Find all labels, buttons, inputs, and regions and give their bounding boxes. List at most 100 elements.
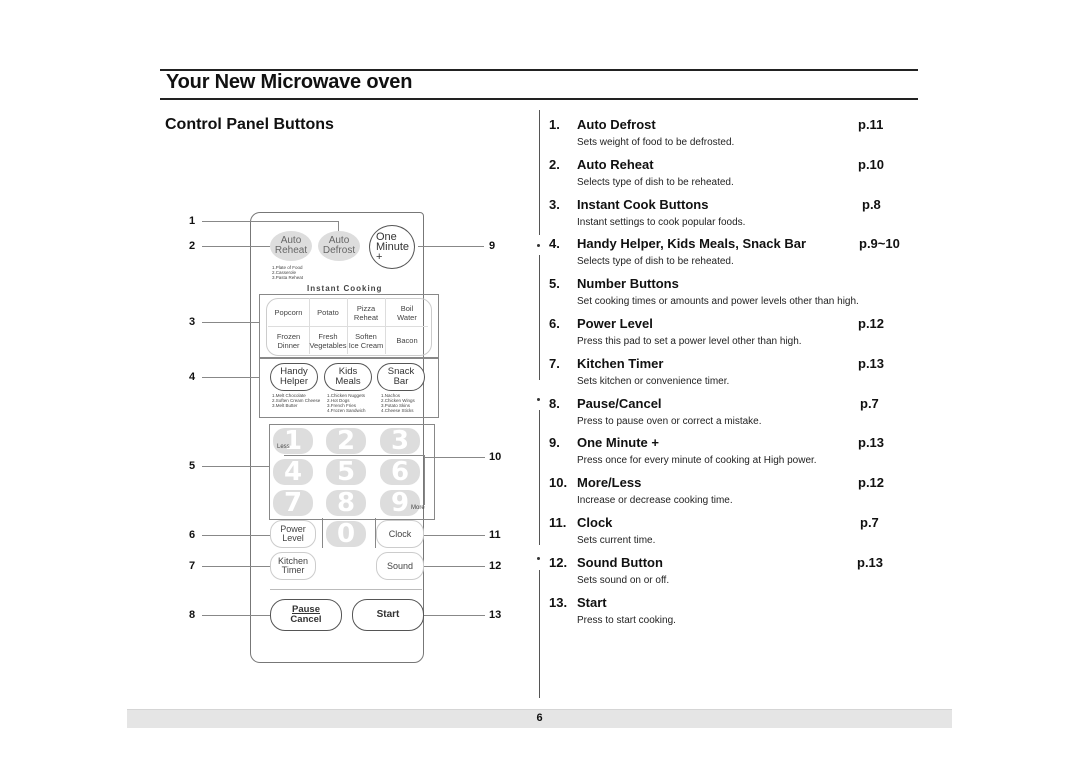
number-button-8[interactable]: 8 [326,490,366,516]
callout-5: 5 [189,460,196,472]
callout-4: 4 [189,371,196,383]
item-number: 9. [549,435,560,450]
item-number: 11. [549,515,567,530]
item-title: Instant Cook Buttons [577,197,709,212]
instant-cook-label: Vegetables [309,340,347,350]
option: 4.Cheese Sticks [381,408,414,413]
instant-cook-label: Fresh [318,331,338,341]
item-description: Press to pause oven or correct a mistake… [577,416,762,427]
item-description: Set cooking times or amounts and power l… [577,296,859,307]
item-description: Press once for every minute of cooking a… [577,455,817,466]
instant-cook-button[interactable]: Pizza Reheat [347,299,385,326]
snack-bar-button[interactable]: Snack Bar [377,363,425,391]
item-page-ref: p.13 [857,555,884,570]
kids-meals-label-2: Meals [335,376,361,387]
instant-cook-label: Boil [400,303,414,313]
number-button-7[interactable]: 7 [273,490,313,516]
column-separator [539,255,540,380]
item-number: 12. [549,555,568,570]
kitchen-timer-button[interactable]: Kitchen Timer [270,552,316,580]
item-title: Auto Reheat [577,157,654,172]
item-number: 6. [549,316,560,331]
clock-button[interactable]: Clock [376,520,424,548]
instant-cook-button[interactable]: Frozen Dinner [268,327,309,354]
option: 4.Frozen Sandwich [327,408,366,413]
instant-cook-button[interactable]: Fresh Vegetables [309,327,347,354]
auto-defrost-label-2: Defrost [322,245,356,256]
clock-label: Clock [388,528,412,539]
power-level-button[interactable]: Power Level [270,520,316,548]
instant-cook-label: Bacon [396,336,418,345]
number-button-6[interactable]: 6 [380,459,420,485]
leader-line [202,246,270,247]
divider [270,589,422,590]
auto-defrost-button[interactable]: Auto Defrost [318,231,360,261]
instant-cook-button[interactable]: Potato [309,299,347,326]
number-button-4[interactable]: 4 [273,459,313,485]
binding-dot [537,244,540,247]
item-number: 7. [549,356,560,371]
callout-2: 2 [189,240,196,252]
instant-cook-button[interactable]: Soften Ice Cream [347,327,385,354]
item-description: Instant settings to cook popular foods. [577,217,746,228]
start-button[interactable]: Start [352,599,424,631]
leader-line [202,322,260,323]
number-button-1[interactable]: 1 [273,428,313,454]
number-button-2[interactable]: 2 [326,428,366,454]
item-page-ref: p.10 [858,157,885,172]
more-less-indicator [284,455,425,456]
binding-dot [537,557,540,560]
handy-helper-options: 1.Melt Chocolate 2.Soften Cream Cheese 3… [272,393,320,408]
sound-button[interactable]: Sound [376,552,424,580]
less-label: Less [277,444,290,450]
item-description: Sets kitchen or convenience timer. [577,376,730,387]
callout-8: 8 [189,609,196,621]
kids-meals-button[interactable]: Kids Meals [324,363,372,391]
instant-cook-button[interactable]: Boil Water [385,299,429,326]
callout-9: 9 [489,240,496,252]
number-button-5[interactable]: 5 [326,459,366,485]
reheat-options: 1.Plate of Food 2.Casserole 3.Pasta Rehe… [272,265,303,280]
item-description: Selects type of dish to be reheated. [577,256,734,267]
instant-cook-button[interactable]: Popcorn [268,299,309,326]
item-title: Power Level [577,316,653,331]
item-title: Clock [577,515,613,530]
item-page-ref: p.7 [860,515,879,530]
sound-label: Sound [386,560,414,571]
item-title: Pause/Cancel [577,396,662,411]
handy-helper-button[interactable]: Handy Helper [270,363,318,391]
item-description: Press to start cooking. [577,615,676,626]
pause-cancel-button[interactable]: Pause Cancel [270,599,342,631]
leader-line [202,221,338,222]
item-page-ref: p.11 [858,117,884,132]
item-title: More/Less [577,475,642,490]
item-title: Number Buttons [577,276,679,291]
item-page-ref: p.7 [860,396,879,411]
item-number: 8. [549,396,560,411]
number-button-0[interactable]: 0 [326,521,366,547]
auto-reheat-button[interactable]: Auto Reheat [270,231,312,261]
column-separator [539,570,540,698]
callout-10: 10 [489,451,502,463]
one-minute-button[interactable]: One Minute + [369,225,415,269]
instant-cook-label: Pizza [356,303,376,313]
instant-cook-button[interactable]: Bacon [385,327,429,354]
number-button-3[interactable]: 3 [380,428,420,454]
kitchen-timer-label-2: Timer [281,565,305,575]
item-number: 3. [549,197,560,212]
item-title: One Minute + [577,435,659,450]
reheat-option: 3.Pasta Reheat [272,275,304,280]
page-title: Your New Microwave oven [166,71,413,93]
handy-helper-label-2: Helper [280,376,308,387]
instant-cook-label: Soften [355,331,377,341]
leader-line [202,566,270,567]
callout-13: 13 [489,609,502,621]
item-description: Sets sound on or off. [577,575,670,586]
number-button-9[interactable]: 9 [380,490,420,516]
item-number: 4. [549,236,560,251]
more-label: More [411,505,425,511]
callout-11: 11 [489,529,501,541]
footer-bar: 6 [127,709,952,728]
zero-bracket [322,518,323,548]
instant-cook-label: Potato [317,308,339,317]
